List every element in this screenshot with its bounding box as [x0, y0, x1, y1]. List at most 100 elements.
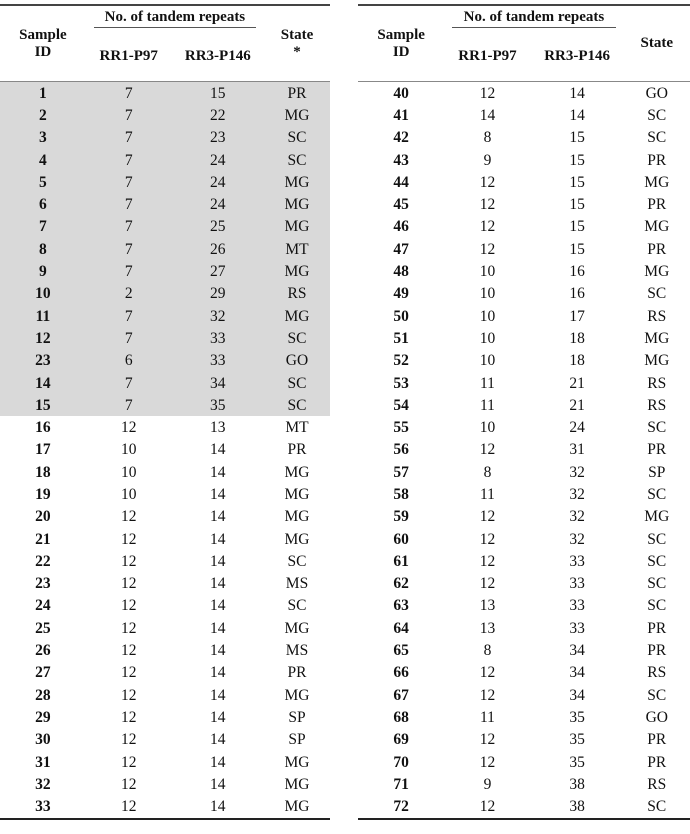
cell-rr1-p97: 9 [483, 151, 492, 169]
table-row: 29 12 14 SP [0, 706, 330, 728]
cell-state: SP [288, 708, 306, 726]
table-row: 30 12 14 SP [0, 729, 330, 751]
cell-rr1-p97: 7 [85, 104, 172, 127]
table-row: 14 7 34 SC [0, 371, 330, 395]
header-sample-id-line2: ID [392, 43, 410, 60]
table-row: 7 7 25 MG [0, 215, 330, 239]
cell-rr3-p146: 32 [569, 485, 585, 503]
tandem-repeats-table-left: Sample ID No. of tandem repeats State * … [0, 4, 330, 820]
cell-rr3-p146: 24 [171, 148, 264, 172]
cell-state: SP [288, 731, 306, 749]
table-body-right: 40 12 14 GO 41 14 14 SC 42 8 15 SC 43 9 15 PR 44 12 15 MG 45… [358, 81, 690, 820]
cell-rr3-p146: 38 [569, 775, 585, 793]
table-row: 18 10 14 MG [0, 461, 330, 483]
table-row: 48 10 16 MG [358, 260, 690, 282]
table-row: 72 12 38 SC [358, 795, 690, 820]
cell-state: SC [287, 597, 307, 615]
table-row: 19 10 14 MG [0, 483, 330, 505]
cell-state: PR [647, 753, 667, 771]
cell-sample-id: 30 [35, 731, 51, 749]
cell-rr1-p97: 12 [120, 597, 137, 615]
cell-rr1-p97: 12 [120, 686, 137, 704]
table-row: 11 7 32 MG [0, 304, 330, 328]
cell-state: GO [623, 81, 690, 105]
table-row: 55 10 24 SC [358, 416, 690, 438]
cell-sample-id: 6 [0, 193, 86, 216]
cell-rr1-p97: 8 [483, 463, 492, 481]
header-sample-id: Sample ID [358, 5, 444, 82]
cell-state: SC [647, 686, 667, 704]
cell-rr3-p146: 14 [210, 642, 226, 660]
header-state: State [624, 5, 690, 82]
cell-rr1-p97: 7 [85, 81, 172, 105]
table-row: 45 12 15 PR [358, 193, 690, 215]
cell-state: RS [647, 374, 667, 392]
cell-state: RS [647, 775, 667, 793]
table-row: 15 7 35 SC [0, 394, 330, 417]
header-tandem-repeats-group: No. of tandem repeats [444, 5, 623, 31]
cell-state: MG [644, 263, 670, 281]
cell-state: PR [647, 151, 667, 169]
cell-rr3-p146: 15 [569, 218, 585, 236]
cell-rr1-p97: 12 [479, 552, 496, 570]
cell-rr1-p97: 12 [444, 81, 531, 105]
cell-rr3-p146: 27 [171, 260, 264, 283]
table-row: 49 10 16 SC [358, 283, 690, 305]
table-row: 22 12 14 SC [0, 550, 330, 572]
cell-rr3-p146: 17 [569, 307, 585, 325]
cell-rr1-p97: 12 [479, 196, 496, 214]
cell-rr1-p97: 12 [120, 552, 137, 570]
cell-rr1-p97: 8 [483, 129, 492, 147]
cell-rr3-p146: 16 [569, 285, 585, 303]
cell-rr1-p97: 7 [85, 171, 172, 194]
cell-rr1-p97: 12 [479, 240, 496, 258]
cell-rr1-p97: 9 [483, 775, 492, 793]
cell-rr1-p97: 11 [480, 708, 495, 726]
cell-rr1-p97: 12 [479, 508, 496, 526]
cell-state: MG [284, 753, 310, 771]
header-state-footnote-mark: * [293, 43, 301, 60]
table-row: 54 11 21 RS [358, 394, 690, 416]
table-row: 1 7 15 PR [0, 81, 330, 105]
table-row: 52 10 18 MG [358, 350, 690, 372]
cell-rr1-p97: 10 [479, 352, 496, 370]
cell-rr3-p146: 24 [171, 193, 264, 216]
table-row: 69 12 35 PR [358, 729, 690, 751]
cell-sample-id: 14 [0, 371, 86, 395]
cell-rr3-p146: 38 [530, 795, 624, 820]
cell-rr1-p97: 2 [85, 282, 172, 305]
cell-sample-id: 54 [393, 396, 409, 414]
cell-sample-id: 59 [393, 508, 409, 526]
cell-rr1-p97: 7 [85, 394, 172, 417]
header-state: State * [264, 5, 330, 82]
table-row: 42 8 15 SC [358, 127, 690, 149]
cell-state: SC [647, 552, 667, 570]
table-row: 6 7 24 MG [0, 193, 330, 216]
cell-rr3-p146: 25 [171, 215, 264, 239]
cell-rr1-p97: 12 [479, 218, 496, 236]
cell-rr3-p146: 14 [210, 530, 226, 548]
cell-rr1-p97: 12 [479, 575, 496, 593]
cell-state: MS [285, 575, 309, 593]
cell-rr3-p146: 35 [569, 708, 585, 726]
cell-sample-id: 62 [393, 575, 409, 593]
cell-rr1-p97: 12 [120, 731, 137, 749]
cell-state: PR [287, 664, 307, 682]
cell-rr1-p97: 10 [479, 263, 496, 281]
cell-rr3-p146: 23 [171, 126, 264, 149]
cell-sample-id: 60 [393, 530, 409, 548]
cell-state: MG [263, 215, 330, 239]
table-row: 57 8 32 SP [358, 461, 690, 483]
cell-rr3-p146: 35 [569, 731, 585, 749]
cell-rr3-p146: 13 [210, 419, 226, 437]
cell-rr3-p146: 33 [569, 575, 585, 593]
cell-rr1-p97: 10 [479, 329, 496, 347]
cell-sample-id: 23 [35, 575, 51, 593]
cell-rr1-p97: 7 [85, 327, 172, 350]
cell-rr1-p97: 12 [479, 530, 496, 548]
cell-rr1-p97: 11 [480, 374, 495, 392]
cell-sample-id: 49 [393, 285, 409, 303]
cell-sample-id: 7 [0, 215, 86, 239]
cell-rr1-p97: 12 [120, 508, 137, 526]
cell-rr3-p146: 31 [569, 441, 585, 459]
